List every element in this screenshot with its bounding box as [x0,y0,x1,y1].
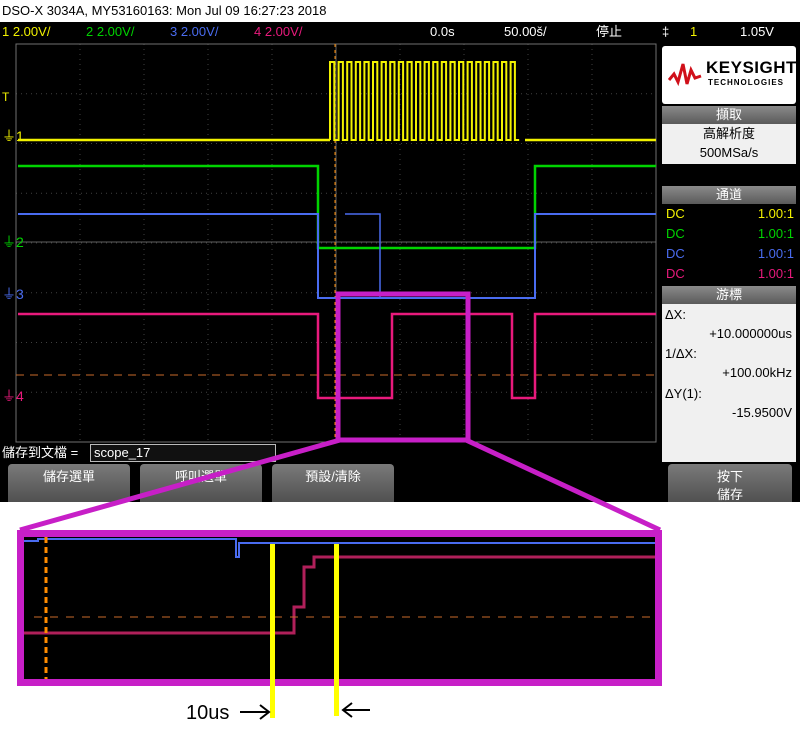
interval-annotation: 10us [186,702,230,724]
zoom-detail-panel [17,530,662,686]
zoom-ch3-trace [24,538,655,558]
cursor-bar-1 [270,544,275,718]
arrow-left-icon [341,702,370,718]
cursor-bar-2 [334,544,339,716]
zoom-ch4-trace [24,555,655,635]
zoom-waveform [24,537,655,679]
arrow-right-icon [240,704,271,720]
